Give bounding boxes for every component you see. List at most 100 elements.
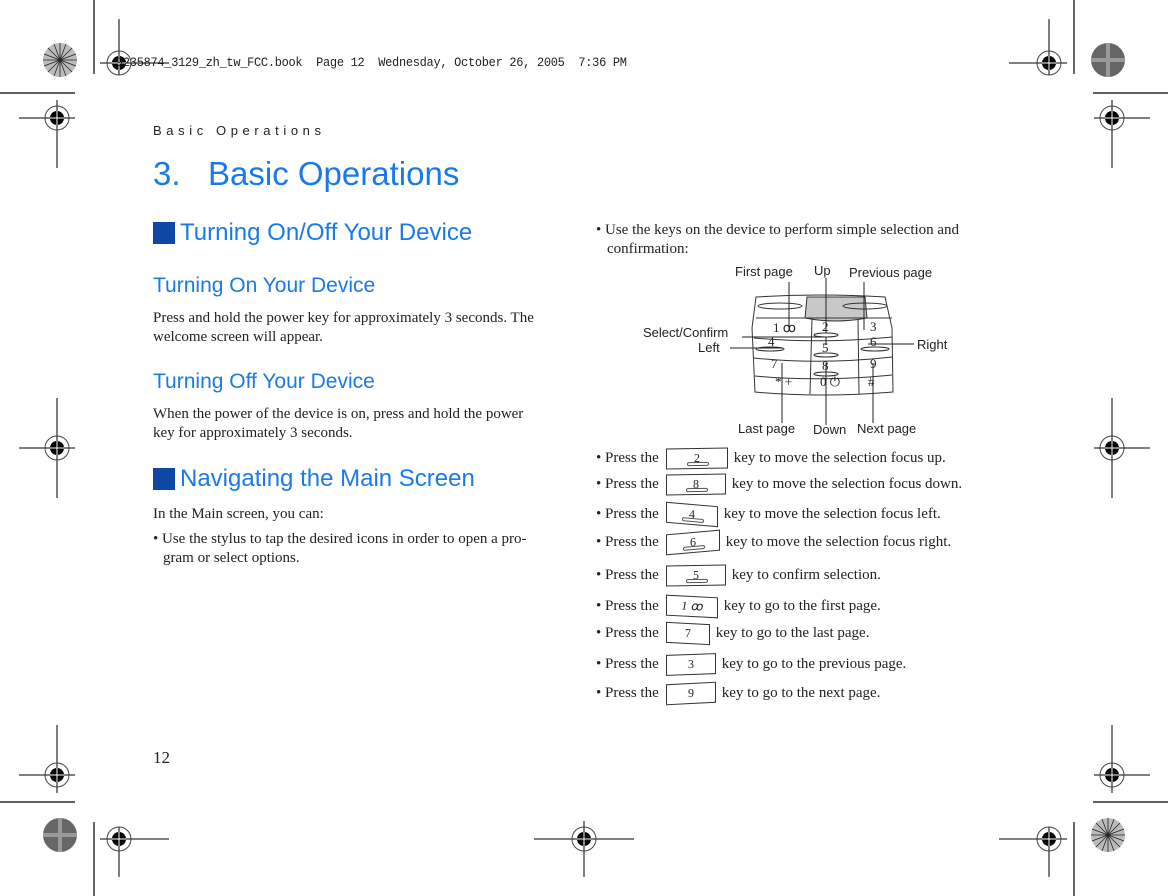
instruction-prefix: • Press the bbox=[596, 625, 659, 641]
instruction-text: key to go to the last page. bbox=[715, 625, 870, 641]
instruction-text: key to move the selection focus up. bbox=[733, 450, 946, 466]
turning-off-text: When the power of the device is on, pres… bbox=[153, 405, 523, 443]
keypad-key-2: 2 bbox=[822, 319, 829, 334]
print-slug: 9235874_3129_zh_tw_FCC.book Page 12 Wedn… bbox=[116, 55, 627, 70]
keypad-key-7: 7 bbox=[771, 356, 778, 371]
instruction-text: key to go to the first page. bbox=[723, 598, 881, 614]
keypad-key-hash: # bbox=[868, 374, 875, 389]
instruction-text: key to confirm selection. bbox=[731, 567, 881, 583]
keypad-diagram: 1 ꝏ 2 3 4 5 6 7 8 9 * + 0 ⏻ # First page… bbox=[630, 260, 960, 440]
instruction-text: key to go to the previous page. bbox=[721, 656, 907, 672]
keypad-key-0: 0 ⏻ bbox=[820, 374, 840, 389]
key-glyph-5: 5 bbox=[665, 564, 726, 587]
label-select-confirm: Select/Confirm bbox=[643, 325, 729, 340]
instruction-prefix: • Press the bbox=[596, 476, 659, 492]
key-label: 7 bbox=[684, 625, 691, 641]
instruction-text: key to move the selection focus left. bbox=[723, 506, 941, 522]
registration-marks bbox=[19, 19, 1150, 877]
keypad-key-3: 3 bbox=[870, 319, 877, 334]
section-heading-text: Navigating the Main Screen bbox=[180, 465, 475, 492]
keypad-key-8: 8 bbox=[822, 358, 829, 373]
key-instruction-row: • Press the 4 key to move the selection … bbox=[596, 501, 941, 528]
keypad-key-4: 4 bbox=[768, 334, 775, 349]
key-glyph-9: 9 bbox=[665, 681, 716, 706]
keypad-illustration: 1 ꝏ 2 3 4 5 6 7 8 9 * + 0 ⏻ # bbox=[730, 278, 914, 425]
label-right: Right bbox=[917, 337, 948, 352]
section-heading-text: Turning On/Off Your Device bbox=[180, 219, 473, 246]
registration-mark-icon bbox=[100, 826, 169, 877]
key-instruction-row: • Press the 3 key to go to the previous … bbox=[596, 653, 907, 676]
instruction-prefix: • Press the bbox=[596, 506, 659, 522]
stylus-bullet: • Use the stylus to tap the desired icon… bbox=[153, 530, 583, 568]
instruction-prefix: • Press the bbox=[596, 450, 659, 466]
registration-mark-icon bbox=[1094, 398, 1150, 498]
registration-mark-icon bbox=[1094, 100, 1150, 168]
keypad-key-1: 1 ꝏ bbox=[773, 320, 796, 335]
keys-bullet: • Use the keys on the device to perform … bbox=[596, 221, 959, 259]
text-line: When the power of the device is on, pres… bbox=[153, 406, 524, 422]
key-glyph-2: 2 bbox=[665, 447, 728, 470]
label-down: Down bbox=[813, 422, 847, 437]
color-target-icon bbox=[43, 818, 77, 852]
key-label: 9 bbox=[687, 685, 694, 701]
text-line: • Use the stylus to tap the desired icon… bbox=[153, 531, 527, 547]
key-instruction-row: • Press the 2 key to move the selection … bbox=[596, 447, 946, 470]
subheading-turning-off: Turning Off Your Device bbox=[153, 370, 375, 393]
text-line: Press and hold the power key for approxi… bbox=[153, 310, 534, 326]
key-label: 1 ꝏ bbox=[681, 598, 703, 614]
key-glyph-7: 7 bbox=[665, 621, 710, 646]
key-instruction-row: • Press the 1 ꝏ key to go to the first p… bbox=[596, 594, 881, 619]
instruction-prefix: • Press the bbox=[596, 567, 659, 583]
section-square-icon bbox=[153, 222, 175, 244]
instruction-prefix: • Press the bbox=[596, 534, 659, 550]
text-line: gram or select options. bbox=[163, 550, 300, 566]
key-glyph-4: 4 bbox=[665, 501, 718, 528]
running-header: Basic Operations bbox=[153, 123, 326, 138]
keypad-key-6: 6 bbox=[870, 334, 877, 349]
registration-mark-icon bbox=[19, 725, 75, 793]
label-next-page: Next page bbox=[857, 421, 917, 436]
label-left: Left bbox=[698, 340, 720, 355]
page-number: 12 bbox=[153, 748, 170, 767]
keypad-key-5: 5 bbox=[822, 340, 829, 355]
section-heading-turning-on-off: Turning On/Off Your Device bbox=[153, 219, 472, 247]
instruction-prefix: • Press the bbox=[596, 598, 659, 614]
section-square-icon bbox=[153, 468, 175, 490]
key-glyph-6: 6 bbox=[665, 529, 720, 556]
instruction-text: key to go to the next page. bbox=[721, 685, 881, 701]
instruction-text: key to move the selection focus down. bbox=[731, 476, 963, 492]
label-previous-page: Previous page bbox=[849, 265, 933, 280]
star-target-icon bbox=[43, 43, 77, 77]
key-glyph-1: 1 ꝏ bbox=[665, 594, 718, 619]
key-instruction-row: • Press the 7 key to go to the last page… bbox=[596, 621, 870, 646]
instruction-text: key to move the selection focus right. bbox=[725, 534, 952, 550]
text-line: confirmation: bbox=[607, 241, 689, 257]
registration-mark-icon bbox=[19, 100, 75, 168]
registration-mark-icon bbox=[1094, 725, 1150, 793]
registration-mark-icon bbox=[534, 821, 634, 877]
key-instruction-row: • Press the 9 key to go to the next page… bbox=[596, 681, 881, 706]
text-line: • Use the keys on the device to perform … bbox=[596, 222, 960, 238]
instruction-prefix: • Press the bbox=[596, 656, 659, 672]
registration-mark-icon bbox=[1009, 19, 1067, 76]
key-label: 3 bbox=[687, 656, 694, 672]
text-line: key for approximately 3 seconds. bbox=[153, 425, 353, 441]
registration-mark-icon bbox=[999, 826, 1067, 877]
section-heading-navigating: Navigating the Main Screen bbox=[153, 465, 475, 493]
subheading-turning-on: Turning On Your Device bbox=[153, 274, 376, 297]
key-instruction-row: • Press the 8 key to move the selection … bbox=[596, 473, 963, 496]
chapter-title: 3. Basic Operations bbox=[153, 155, 460, 192]
instruction-prefix: • Press the bbox=[596, 685, 659, 701]
registration-mark-icon bbox=[19, 398, 75, 498]
label-first-page: First page bbox=[735, 264, 793, 279]
key-glyph-8: 8 bbox=[665, 473, 726, 496]
text-line: welcome screen will appear. bbox=[153, 329, 323, 345]
main-screen-intro: In the Main screen, you can: bbox=[153, 506, 324, 522]
label-up: Up bbox=[814, 263, 831, 278]
key-instruction-row: • Press the 6 key to move the selection … bbox=[596, 529, 952, 556]
label-last-page: Last page bbox=[738, 421, 796, 436]
key-instruction-row: • Press the 5 key to confirm selection. bbox=[596, 564, 881, 587]
turning-on-text: Press and hold the power key for approxi… bbox=[153, 309, 534, 347]
color-target-icon bbox=[1091, 43, 1125, 77]
star-target-icon bbox=[1091, 818, 1125, 852]
